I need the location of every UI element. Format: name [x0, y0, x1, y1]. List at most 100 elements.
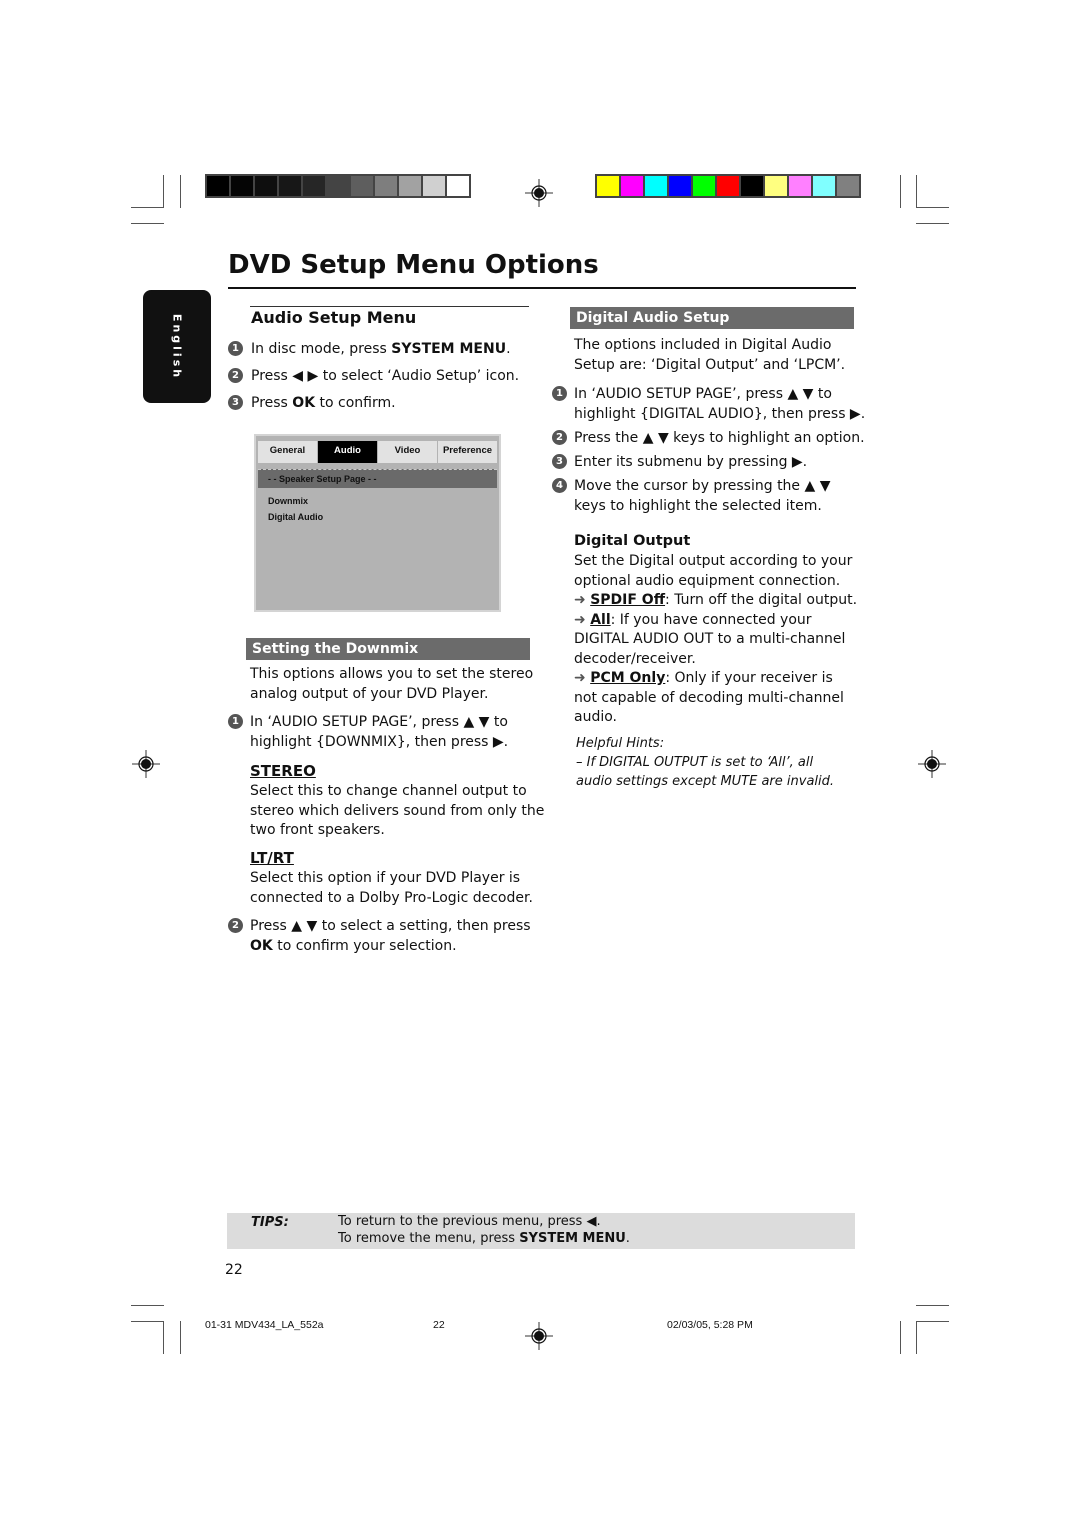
text-line: audio.: [574, 709, 617, 725]
tip-text: .: [625, 1231, 630, 1246]
color-swatch: [717, 176, 739, 196]
gray-swatch: [351, 176, 373, 196]
text-line: In ‘AUDIO SETUP PAGE’, press ▲ ▼ to: [250, 714, 508, 730]
gray-swatch: [447, 176, 469, 196]
gray-swatch: [279, 176, 301, 196]
color-swatch: [693, 176, 715, 196]
text-line: decoder/receiver.: [574, 650, 696, 667]
osd-tab-general: General: [258, 441, 317, 463]
gray-swatch: [327, 176, 349, 196]
language-tab: English: [143, 290, 211, 403]
step-text: to confirm.: [315, 395, 396, 411]
option-pcm-only: ➜ PCM Only: Only if your receiver is: [574, 669, 857, 689]
page-title: DVD Setup Menu Options: [228, 250, 599, 280]
option-desc: : If you have connected your: [610, 611, 812, 628]
step-text: to confirm your selection.: [272, 937, 457, 954]
text-line: two front speakers.: [250, 822, 385, 838]
osd-item-downmix: Downmix: [268, 496, 309, 506]
color-swatch: [669, 176, 691, 196]
text-line: stereo which delivers sound from only th…: [250, 802, 545, 819]
title-rule: [228, 287, 856, 289]
digital-output-heading: Digital Output: [574, 533, 691, 549]
section-rule: [250, 306, 529, 307]
option-desc: : Only if your receiver is: [665, 670, 833, 686]
color-calibration-bar: [595, 174, 861, 198]
text-line: Setup are: ‘Digital Output’ and ‘LPCM’.: [574, 356, 846, 373]
text-line: Press ▲ ▼ to select a setting, then pres…: [250, 918, 531, 934]
helpful-hints: Helpful Hints: – If DIGITAL OUTPUT is se…: [576, 734, 834, 791]
downmix-step-2: Press ▲ ▼ to select a setting, then pres…: [250, 917, 531, 956]
text-line: Select this to change channel output to: [250, 783, 527, 799]
digital-step-1: In ‘AUDIO SETUP PAGE’, press ▲ ▼ to high…: [574, 385, 865, 424]
text-line: Move the cursor by pressing the ▲ ▼: [574, 478, 831, 494]
step-text: In disc mode, press: [251, 341, 392, 357]
step-number: 3: [552, 454, 567, 469]
option-name: PCM Only: [590, 670, 666, 686]
gray-swatch: [375, 176, 397, 196]
text-line: OK to confirm your selection.: [250, 937, 531, 957]
crop-mark: [180, 175, 181, 208]
crop-mark: [916, 1305, 949, 1306]
language-label: English: [170, 313, 184, 380]
text-line: analog output of your DVD Player.: [250, 685, 489, 702]
arrow-right-icon: ➜: [574, 611, 586, 628]
crop-mark: [180, 1321, 181, 1354]
hints-title: Helpful Hints:: [576, 736, 665, 751]
step-number: 4: [552, 478, 567, 493]
registration-mark-icon: [525, 179, 553, 207]
audio-step-2: Press ◀ ▶ to select ‘Audio Setup’ icon.: [251, 368, 520, 384]
text-line: highlight {DIGITAL AUDIO}, then press ▶.: [574, 405, 866, 422]
gray-swatch: [399, 176, 421, 196]
gray-swatch: [423, 176, 445, 196]
step-number: 2: [228, 918, 243, 933]
page-number: 22: [225, 1262, 243, 1278]
osd-page-label: - - Speaker Setup Page - -: [258, 469, 497, 488]
step-text: .: [506, 341, 511, 357]
step-text: Press: [251, 395, 293, 411]
text-line: optional audio equipment connection.: [574, 572, 841, 589]
footer-date: 02/03/05, 5:28 PM: [667, 1319, 753, 1331]
tips-line-2: To remove the menu, press SYSTEM MENU.: [338, 1231, 630, 1246]
digital-step-3: Enter its submenu by pressing ▶.: [574, 454, 808, 470]
osd-tab-bar: General Audio Video Preference: [258, 441, 497, 463]
stereo-option-title: STEREO: [250, 762, 316, 780]
text-line: audio settings except MUTE are invalid.: [576, 774, 835, 789]
digital-audio-heading: Digital Audio Setup: [570, 307, 854, 329]
option-name: SPDIF Off: [590, 592, 666, 608]
step-number: 1: [228, 714, 243, 729]
tips-box: TIPS: To return to the previous menu, pr…: [227, 1213, 855, 1249]
ltrt-description: Select this option if your DVD Player is…: [250, 869, 533, 908]
crop-mark: [916, 175, 917, 208]
color-swatch: [813, 176, 835, 196]
text-line: connected to a Dolby Pro-Logic decoder.: [250, 889, 533, 906]
audio-step-3: Press OK to confirm.: [251, 394, 396, 414]
step-number: 2: [228, 368, 243, 383]
crop-mark: [916, 223, 949, 224]
footer-page: 22: [433, 1319, 445, 1331]
crop-mark: [900, 175, 901, 208]
color-swatch: [597, 176, 619, 196]
crop-mark: [131, 1305, 164, 1306]
registration-mark-icon: [525, 1322, 553, 1350]
arrow-right-icon: ➜: [574, 670, 586, 686]
key-name: OK: [292, 395, 316, 411]
color-swatch: [645, 176, 667, 196]
digital-step-4: Move the cursor by pressing the ▲ ▼ keys…: [574, 477, 830, 516]
osd-item-digital-audio: Digital Audio: [268, 512, 324, 522]
step-number: 3: [228, 395, 243, 410]
footer-file: 01-31 MDV434_LA_552a: [205, 1319, 324, 1331]
gray-swatch: [303, 176, 325, 196]
crop-mark: [916, 207, 949, 208]
crop-mark: [900, 1321, 901, 1354]
text-line: – If DIGITAL OUTPUT is set to ‘All’, all: [576, 755, 814, 770]
tip-text: To remove the menu, press: [338, 1231, 520, 1246]
text-line: keys to highlight the selected item.: [574, 497, 822, 514]
key-name: SYSTEM MENU: [391, 341, 507, 357]
text-line: In ‘AUDIO SETUP PAGE’, press ▲ ▼ to: [574, 386, 832, 402]
registration-mark-icon: [132, 750, 160, 778]
crop-mark: [131, 1321, 164, 1322]
option-name: All: [590, 611, 611, 628]
color-swatch: [789, 176, 811, 196]
key-name: SYSTEM MENU: [519, 1231, 626, 1246]
osd-tab-video: Video: [378, 441, 437, 463]
